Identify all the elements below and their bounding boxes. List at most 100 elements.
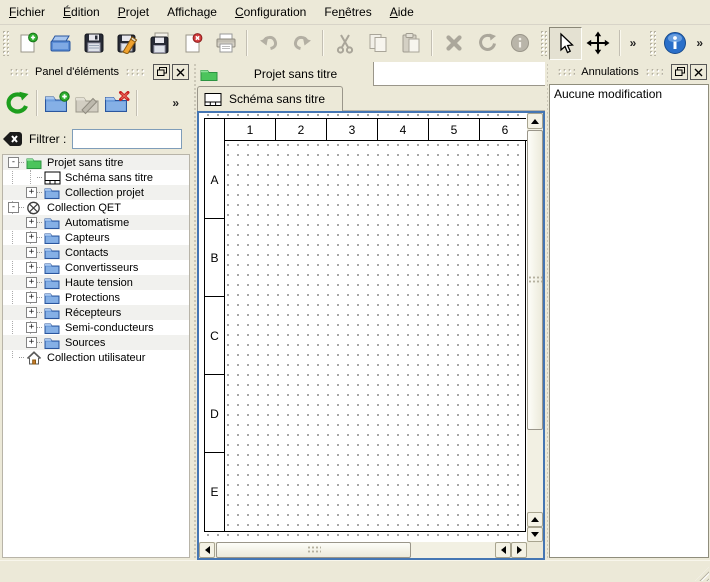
- toolbar-drag-handle[interactable]: [649, 30, 656, 56]
- expander-icon[interactable]: +: [26, 277, 37, 288]
- float-icon: [675, 67, 685, 77]
- toolbar-drag-handle[interactable]: [2, 30, 9, 56]
- menu-item[interactable]: Affichage: [158, 2, 226, 22]
- scroll-right-button[interactable]: [511, 542, 527, 558]
- undo-panel-titlebar[interactable]: Annulations: [548, 62, 710, 82]
- reload-collections-button[interactable]: [2, 88, 32, 118]
- expander-icon[interactable]: +: [26, 247, 37, 258]
- delete-category-button[interactable]: [102, 88, 132, 118]
- new-document-icon: [17, 32, 39, 54]
- filter-label: Filtrer :: [29, 132, 66, 146]
- menu-item[interactable]: Configuration: [226, 2, 315, 22]
- expander-icon[interactable]: -: [8, 202, 19, 213]
- menu-item[interactable]: Aide: [381, 2, 423, 22]
- resize-grip[interactable]: [695, 567, 709, 581]
- about-button[interactable]: [658, 27, 691, 60]
- close-panel-button[interactable]: [690, 64, 707, 80]
- column-header: 1: [224, 119, 275, 141]
- toolbar-overflow-button[interactable]: »: [167, 96, 184, 110]
- filter-bar: Filtrer :: [2, 126, 190, 152]
- undo-history-list[interactable]: Aucune modification: [549, 84, 709, 558]
- move-mode-button[interactable]: [582, 27, 615, 60]
- float-panel-button[interactable]: [671, 64, 688, 80]
- tree-item[interactable]: - Collection QET: [3, 200, 189, 215]
- save-button[interactable]: [77, 27, 110, 60]
- panel-title: Panel d'éléments: [35, 66, 119, 78]
- vertical-scrollbar[interactable]: [527, 113, 543, 542]
- expander-icon[interactable]: +: [26, 322, 37, 333]
- save-as-button[interactable]: [110, 27, 143, 60]
- tree-item-label: Semi-conducteurs: [65, 322, 154, 334]
- open-button[interactable]: [44, 27, 77, 60]
- tree-item-label: Schéma sans titre: [65, 172, 153, 184]
- titlebar-texture: [557, 68, 575, 76]
- redo-icon: [290, 32, 314, 54]
- tab-project[interactable]: Projet sans titre: [197, 62, 374, 86]
- schema-view[interactable]: 123456 ABCDE: [197, 111, 545, 560]
- expander-icon[interactable]: +: [26, 307, 37, 318]
- close-panel-button[interactable]: [172, 64, 189, 80]
- close-project-button[interactable]: [176, 27, 209, 60]
- elements-tree[interactable]: - Projet sans titre: [2, 154, 190, 558]
- toolbar-overflow-button[interactable]: »: [625, 36, 642, 50]
- horizontal-scrollbar[interactable]: [199, 542, 527, 558]
- scroll-up-button[interactable]: [527, 512, 543, 527]
- tree-item[interactable]: Schéma sans titre: [3, 170, 189, 185]
- tree-item[interactable]: - Projet sans titre: [3, 155, 189, 170]
- tree-item[interactable]: + Automatisme: [3, 215, 189, 230]
- scroll-left-button[interactable]: [199, 542, 215, 558]
- tree-item[interactable]: + Convertisseurs: [3, 260, 189, 275]
- tab-schema[interactable]: Schéma sans titre: [197, 86, 343, 111]
- expander-icon[interactable]: +: [26, 292, 37, 303]
- row-header: E: [205, 453, 224, 531]
- filter-input[interactable]: [72, 129, 182, 149]
- tree-item[interactable]: + Récepteurs: [3, 305, 189, 320]
- tree-item-icon: [44, 336, 61, 350]
- menu-item[interactable]: Fichier: [0, 2, 54, 22]
- row-header: D: [205, 375, 224, 453]
- select-mode-button[interactable]: [549, 27, 582, 60]
- tree-item-icon: [44, 231, 61, 245]
- expander-icon[interactable]: +: [26, 217, 37, 228]
- scroll-down-button[interactable]: [527, 527, 543, 542]
- horizontal-scrollbar-thumb[interactable]: [216, 542, 411, 558]
- save-all-button[interactable]: [143, 27, 176, 60]
- tree-item[interactable]: Collection utilisateur: [3, 350, 189, 365]
- tree-item[interactable]: + Sources: [3, 335, 189, 350]
- expander-icon[interactable]: +: [26, 262, 37, 273]
- frame-column-headers: 123456: [224, 119, 525, 141]
- tree-item[interactable]: + Collection projet: [3, 185, 189, 200]
- save-as-icon: [116, 32, 138, 54]
- new-category-button[interactable]: [42, 88, 72, 118]
- schema-canvas[interactable]: 123456 ABCDE: [199, 113, 527, 542]
- scroll-up-button[interactable]: [527, 113, 543, 129]
- toolbar-drag-handle[interactable]: [540, 30, 547, 56]
- tree-item[interactable]: + Semi-conducteurs: [3, 320, 189, 335]
- expander-icon[interactable]: -: [8, 157, 19, 168]
- toolbar-overflow-button[interactable]: »: [691, 36, 710, 50]
- expander-icon[interactable]: +: [26, 232, 37, 243]
- tree-item[interactable]: + Capteurs: [3, 230, 189, 245]
- copy-icon: [367, 32, 389, 54]
- status-bar: [0, 560, 710, 582]
- vertical-scrollbar-thumb[interactable]: [527, 130, 543, 430]
- tree-item-icon: [26, 156, 43, 170]
- menu-item[interactable]: Fenêtres: [315, 2, 380, 22]
- elements-panel-titlebar[interactable]: Panel d'éléments: [0, 62, 192, 82]
- tree-item[interactable]: + Contacts: [3, 245, 189, 260]
- tree-connector: [37, 342, 42, 343]
- print-button[interactable]: [209, 27, 242, 60]
- tree-item[interactable]: + Protections: [3, 290, 189, 305]
- elements-panel: Panel d'éléments » Filtrer :: [0, 62, 192, 558]
- tree-item[interactable]: + Haute tension: [3, 275, 189, 290]
- scroll-left-button[interactable]: [495, 542, 511, 558]
- menu-item[interactable]: Projet: [109, 2, 158, 22]
- thumb-grip: [307, 546, 321, 555]
- menu-item[interactable]: Édition: [54, 2, 109, 22]
- tree-connector: [19, 162, 24, 163]
- expander-icon[interactable]: +: [26, 337, 37, 348]
- new-project-button[interactable]: [11, 27, 44, 60]
- expander-icon[interactable]: +: [26, 187, 37, 198]
- float-panel-button[interactable]: [153, 64, 170, 80]
- clear-filter-icon[interactable]: [2, 130, 23, 148]
